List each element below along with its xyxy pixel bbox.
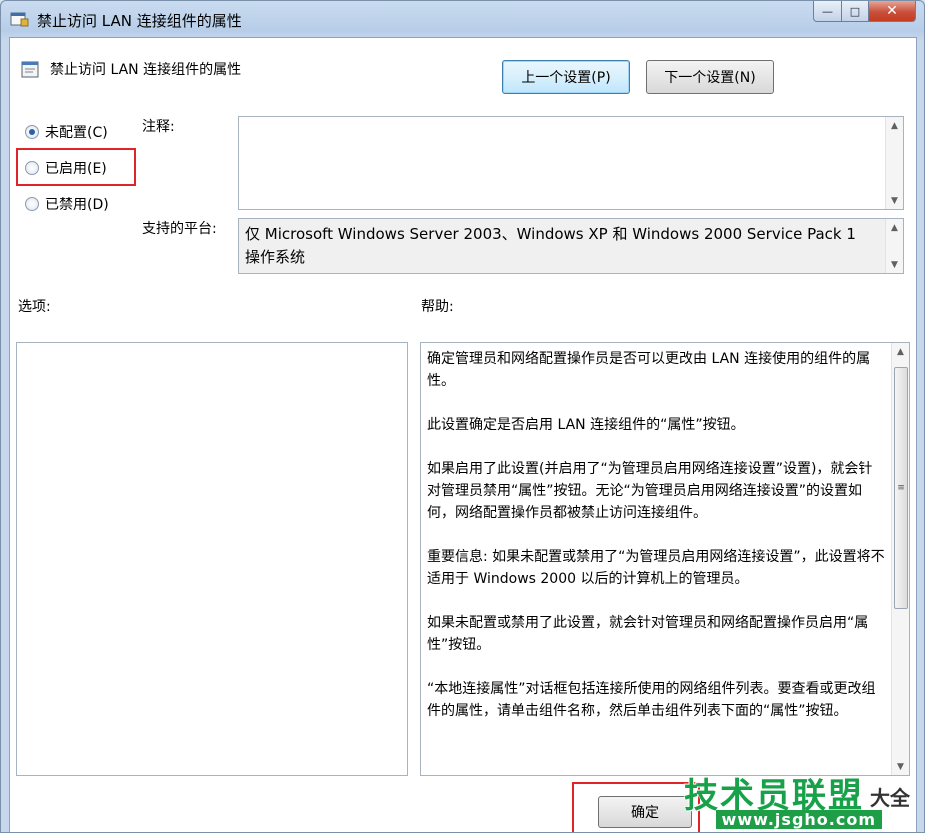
radio-disabled-label: 已禁用(D) bbox=[45, 197, 109, 213]
minimize-icon: — bbox=[822, 4, 833, 18]
platform-field: 仅 Microsoft Windows Server 2003、Windows … bbox=[238, 218, 904, 274]
minimize-button[interactable]: — bbox=[813, 1, 842, 22]
policy-icon bbox=[10, 12, 29, 27]
watermark-url: www.jsgho.com bbox=[715, 810, 882, 829]
dialog-body: 禁止访问 LAN 连接组件的属性 上一个设置(P) 下一个设置(N) 未配置(C… bbox=[9, 37, 917, 832]
options-label: 选项: bbox=[18, 299, 51, 315]
help-paragraph: 重要信息: 如果未配置或禁用了“为管理员启用网络连接设置”，此设置将不适用于 W… bbox=[427, 549, 885, 587]
ok-button[interactable]: 确定 bbox=[598, 796, 692, 828]
dialog-window: 禁止访问 LAN 连接组件的属性 — □ ✕ 禁止访问 LAN 连接组件的属性 … bbox=[0, 0, 925, 833]
title-bar[interactable]: 禁止访问 LAN 连接组件的属性 — □ ✕ bbox=[1, 1, 924, 37]
highlight-box-enabled bbox=[16, 148, 136, 186]
policy-name: 禁止访问 LAN 连接组件的属性 bbox=[50, 62, 242, 78]
setting-icon bbox=[21, 61, 39, 78]
help-paragraph: 此设置确定是否启用 LAN 连接组件的“属性”按钮。 bbox=[427, 417, 745, 433]
help-paragraph: 如果未配置或禁用了此设置，就会针对管理员和网络配置操作员启用“属性”按钮。 bbox=[427, 615, 869, 653]
help-panel[interactable]: 确定管理员和网络配置操作员是否可以更改由 LAN 连接使用的组件的属性。 此设置… bbox=[420, 342, 910, 776]
window-controls: — □ ✕ bbox=[813, 1, 916, 22]
radio-not-configured-indicator[interactable] bbox=[25, 125, 39, 139]
scroll-up-icon[interactable]: ▲ bbox=[892, 343, 909, 360]
scroll-down-icon[interactable]: ▼ bbox=[886, 256, 903, 273]
platform-scrollbar[interactable]: ▲ ▼ bbox=[885, 219, 903, 273]
scroll-down-icon[interactable]: ▼ bbox=[886, 192, 903, 209]
maximize-button[interactable]: □ bbox=[842, 1, 869, 22]
radio-not-configured[interactable]: 未配置(C) bbox=[25, 122, 108, 142]
options-panel bbox=[16, 342, 408, 776]
help-scroll-thumb[interactable]: ≡ bbox=[894, 367, 908, 609]
comment-scrollbar[interactable]: ▲ ▼ bbox=[885, 117, 903, 209]
radio-not-configured-label: 未配置(C) bbox=[45, 125, 108, 141]
window-title: 禁止访问 LAN 连接组件的属性 bbox=[37, 12, 242, 30]
comment-label: 注释: bbox=[142, 119, 175, 135]
platform-value: 仅 Microsoft Windows Server 2003、Windows … bbox=[245, 225, 856, 266]
watermark-logo: 技术员联盟 大全 www.jsgho.com bbox=[682, 768, 912, 832]
watermark-suffix: 大全 bbox=[870, 786, 910, 810]
radio-disabled[interactable]: 已禁用(D) bbox=[25, 194, 109, 214]
help-text: 确定管理员和网络配置操作员是否可以更改由 LAN 连接使用的组件的属性。 此设置… bbox=[427, 348, 885, 744]
next-setting-button[interactable]: 下一个设置(N) bbox=[646, 60, 774, 94]
help-paragraph: 确定管理员和网络配置操作员是否可以更改由 LAN 连接使用的组件的属性。 bbox=[427, 351, 871, 389]
maximize-icon: □ bbox=[849, 4, 861, 18]
comment-textarea[interactable]: ▲ ▼ bbox=[238, 116, 904, 210]
scroll-up-icon[interactable]: ▲ bbox=[886, 117, 903, 134]
help-paragraph: 如果启用了此设置(并启用了“为管理员启用网络连接设置”设置)，就会针对管理员禁用… bbox=[427, 461, 873, 521]
grip-icon: ≡ bbox=[897, 483, 905, 493]
close-icon: ✕ bbox=[886, 3, 898, 19]
platform-label: 支持的平台: bbox=[142, 221, 217, 237]
close-button[interactable]: ✕ bbox=[869, 1, 916, 22]
radio-disabled-indicator[interactable] bbox=[25, 197, 39, 211]
help-label: 帮助: bbox=[421, 299, 454, 315]
scroll-up-icon[interactable]: ▲ bbox=[886, 219, 903, 236]
help-paragraph: “本地连接属性”对话框包括连接所使用的网络组件列表。要查看或更改组件的属性，请单… bbox=[427, 681, 876, 719]
previous-setting-button[interactable]: 上一个设置(P) bbox=[502, 60, 630, 94]
help-scrollbar[interactable]: ▲ ≡ ▼ bbox=[891, 343, 909, 775]
